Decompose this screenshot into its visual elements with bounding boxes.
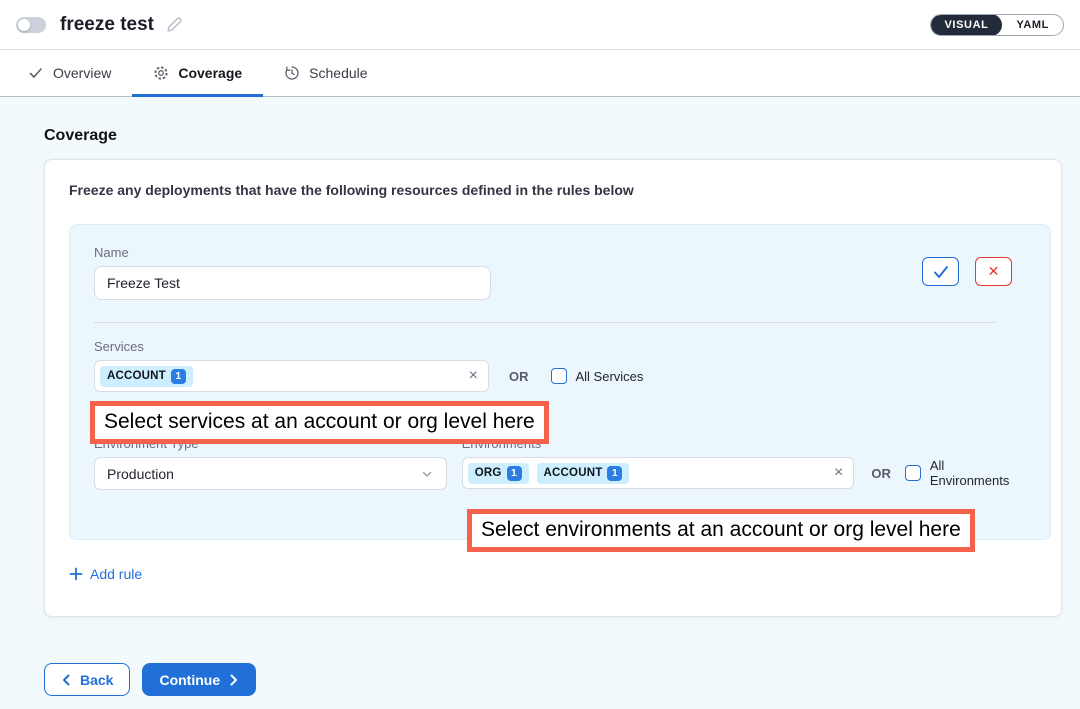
visual-yaml-toggle: VISUAL YAML: [930, 14, 1065, 36]
tab-bar: Overview Coverage Schedule: [0, 50, 1080, 97]
all-environments-label: All Environments: [930, 458, 1026, 488]
coverage-page: Coverage Freeze any deployments that hav…: [0, 97, 1080, 696]
tab-coverage[interactable]: Coverage: [132, 50, 263, 96]
coverage-heading: Coverage: [44, 127, 1062, 145]
environments-annotation: Select environments at an account or org…: [467, 509, 975, 552]
chevron-left-icon: [61, 674, 72, 686]
services-tag-account[interactable]: ACCOUNT 1: [100, 366, 193, 387]
check-icon: [933, 265, 949, 279]
freeze-enable-toggle[interactable]: [16, 17, 46, 33]
add-rule-button[interactable]: Add rule: [69, 566, 142, 582]
yaml-mode-button[interactable]: YAML: [1002, 14, 1063, 36]
tab-schedule[interactable]: Schedule: [263, 50, 388, 96]
back-label: Back: [80, 672, 113, 688]
discard-rule-button[interactable]: ✕: [975, 257, 1012, 286]
apply-rule-button[interactable]: [922, 257, 959, 286]
gear-icon: [153, 65, 169, 81]
all-services-label: All Services: [576, 369, 644, 384]
coverage-description: Freeze any deployments that have the fol…: [69, 182, 1049, 198]
services-annotation: Select services at an account or org lev…: [90, 401, 549, 444]
rule-divider: [94, 322, 996, 323]
page-title: freeze test: [60, 14, 154, 36]
coverage-card: Freeze any deployments that have the fol…: [44, 159, 1062, 617]
chevron-down-icon: [420, 467, 434, 481]
tag-count-badge: 1: [607, 466, 622, 481]
environments-clear-icon[interactable]: ×: [834, 465, 843, 481]
check-icon: [28, 65, 44, 81]
schedule-icon: [284, 65, 300, 81]
toggle-knob: [18, 19, 30, 31]
rule-name-row: Name ✕: [94, 245, 1026, 300]
tag-count-badge: 1: [171, 369, 186, 384]
tag-count-badge: 1: [507, 466, 522, 481]
footer-buttons: Back Continue: [44, 663, 1062, 696]
rule-confirm-buttons: ✕: [922, 257, 1012, 286]
services-clear-icon[interactable]: ×: [469, 368, 478, 384]
add-rule-label: Add rule: [90, 566, 142, 582]
close-icon: ✕: [988, 263, 1000, 280]
environments-tag-account[interactable]: ACCOUNT 1: [537, 463, 630, 484]
environment-type-value: Production: [107, 466, 174, 482]
environments-tag-org[interactable]: ORG 1: [468, 463, 529, 484]
continue-label: Continue: [159, 672, 220, 688]
plus-icon: [69, 567, 83, 581]
environment-type-select[interactable]: Production: [94, 457, 447, 490]
all-services-checkbox[interactable]: [551, 368, 567, 384]
environments-multiselect[interactable]: ORG 1 ACCOUNT 1 ×: [462, 457, 855, 489]
services-section: Services ACCOUNT 1 × OR All Services: [94, 339, 1026, 392]
tab-schedule-label: Schedule: [309, 65, 367, 81]
services-multiselect[interactable]: ACCOUNT 1 ×: [94, 360, 489, 392]
freeze-window: freeze test VISUAL YAML Overview Coverag…: [0, 0, 1080, 709]
header-bar: freeze test VISUAL YAML: [0, 0, 1080, 50]
name-label: Name: [94, 245, 491, 260]
tab-overview-label: Overview: [53, 65, 111, 81]
rule-name-input[interactable]: [94, 266, 491, 300]
all-environments-checkbox[interactable]: [905, 465, 921, 481]
tab-overview[interactable]: Overview: [25, 50, 132, 96]
services-or-label: OR: [509, 369, 529, 384]
chevron-right-icon: [228, 674, 239, 686]
visual-mode-button[interactable]: VISUAL: [931, 14, 1003, 36]
environments-or-label: OR: [871, 466, 891, 481]
active-tab-underline: [132, 94, 263, 97]
edit-name-icon[interactable]: [165, 16, 183, 34]
tab-coverage-label: Coverage: [178, 65, 242, 81]
services-label: Services: [94, 339, 1026, 354]
back-button[interactable]: Back: [44, 663, 130, 696]
continue-button[interactable]: Continue: [142, 663, 256, 696]
freeze-rule-card: Name ✕ Services: [69, 224, 1051, 540]
